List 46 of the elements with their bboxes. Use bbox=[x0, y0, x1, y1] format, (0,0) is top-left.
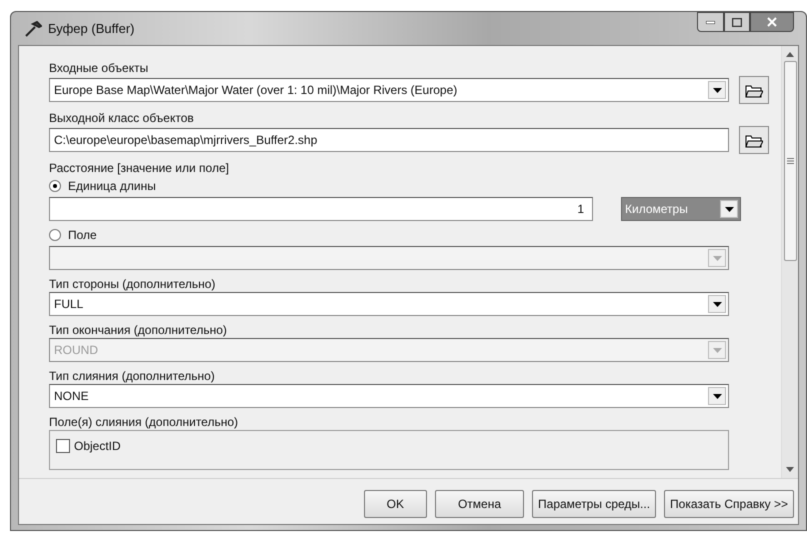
field-label: Расстояние [значение или поле] bbox=[49, 161, 230, 175]
field-label: Тип окончания (дополнительно) bbox=[49, 323, 228, 337]
input-field[interactable]: 1 bbox=[49, 197, 593, 221]
radio-label: Поле bbox=[68, 228, 97, 242]
browse-button[interactable] bbox=[739, 126, 769, 154]
hammer-icon bbox=[24, 20, 42, 36]
radio-button[interactable] bbox=[49, 180, 61, 192]
grip-icon bbox=[786, 158, 794, 164]
checkbox[interactable] bbox=[56, 439, 70, 453]
dropdown-arrow-icon bbox=[712, 302, 722, 306]
folder-icon bbox=[745, 132, 763, 148]
dropdown-arrow-icon bbox=[724, 206, 734, 212]
unit-dropdown[interactable]: Километры bbox=[621, 197, 741, 221]
window-title: Буфер (Buffer) bbox=[48, 21, 134, 36]
field-label: Поле(я) слияния (дополнительно) bbox=[49, 415, 239, 429]
minimize-button[interactable] bbox=[697, 12, 724, 32]
field-label: Выходной класс объектов bbox=[49, 111, 195, 125]
field-label: Тип слияния (дополнительно) bbox=[49, 369, 216, 383]
field-label: Тип стороны (дополнительно) bbox=[49, 277, 216, 291]
folder-icon bbox=[745, 82, 763, 98]
scroll-down-icon bbox=[786, 467, 794, 472]
dropdown-field[interactable]: NONE bbox=[49, 384, 729, 408]
maximize-icon bbox=[732, 18, 742, 26]
maximize-button[interactable] bbox=[724, 12, 750, 32]
scroll-up-icon bbox=[786, 52, 794, 57]
dialog-button[interactable]: Параметры среды... bbox=[532, 490, 656, 518]
radio-dot-icon bbox=[53, 184, 57, 188]
dialog-button[interactable]: OK bbox=[364, 490, 427, 518]
dropdown-arrow-icon bbox=[712, 88, 722, 92]
dropdown-arrow-icon bbox=[712, 348, 722, 352]
dropdown-arrow-icon bbox=[712, 394, 722, 398]
dialog-button[interactable]: Показать Справку >> bbox=[664, 490, 794, 518]
browse-button[interactable] bbox=[739, 76, 769, 104]
radio-label: Единица длины bbox=[68, 179, 156, 193]
radio-button[interactable] bbox=[49, 229, 61, 241]
input-field[interactable]: C:\europe\europe\basemap\mjrrivers_Buffer2.shp bbox=[49, 128, 729, 152]
close-icon bbox=[767, 17, 777, 27]
dropdown-field[interactable]: FULL bbox=[49, 292, 729, 316]
close-button[interactable] bbox=[750, 12, 794, 32]
minimize-icon bbox=[706, 20, 715, 24]
dialog-button[interactable]: Отмена bbox=[434, 490, 524, 518]
field-label: Входные объекты bbox=[49, 61, 150, 75]
checkbox-label: ObjectID bbox=[74, 439, 121, 453]
dropdown-arrow-icon bbox=[712, 256, 722, 260]
dropdown-field[interactable]: Europe Base Map\Water\Major Water (over 1: 10 mil)\Major Rivers (Europe) bbox=[49, 78, 729, 102]
scrollbar[interactable] bbox=[781, 46, 798, 478]
